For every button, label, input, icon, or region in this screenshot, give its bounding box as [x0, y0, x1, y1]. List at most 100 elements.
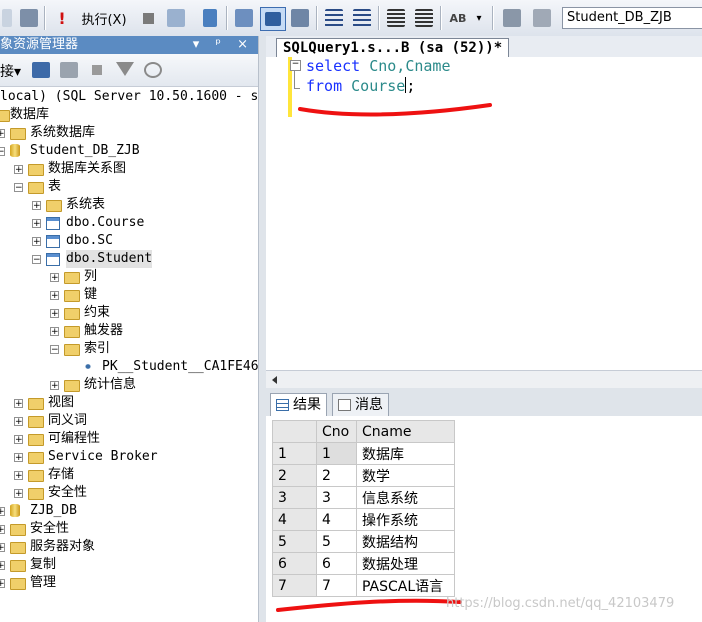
tree-node[interactable]: + 列	[0, 268, 258, 286]
query-plan-icon[interactable]	[198, 7, 222, 29]
tree-node[interactable]: + 服务器对象	[0, 538, 258, 556]
collapse-icon[interactable]: −	[14, 183, 23, 193]
cno-cell[interactable]: 3	[316, 486, 357, 509]
expand-icon[interactable]: +	[32, 201, 41, 211]
expand-icon[interactable]: +	[14, 165, 23, 175]
tab-results[interactable]: 结果	[270, 393, 327, 416]
tab-messages[interactable]: 消息	[332, 393, 389, 417]
query-editor[interactable]: − select Cno,Cname from Course;	[266, 57, 702, 370]
tree-node[interactable]: + 系统数据库	[0, 124, 258, 142]
expand-icon[interactable]: +	[50, 309, 59, 319]
exclamation-icon[interactable]: !	[52, 7, 72, 29]
results-to-grid-icon[interactable]	[260, 7, 286, 31]
expand-icon[interactable]: +	[50, 381, 59, 391]
specify-values-icon[interactable]: AB	[446, 7, 470, 29]
parse-icon[interactable]	[164, 7, 188, 29]
expand-icon[interactable]: +	[50, 273, 59, 283]
tree-node[interactable]: + 存储	[0, 466, 258, 484]
tree-node[interactable]: + 统计信息	[0, 376, 258, 394]
table-row[interactable]: 7 7 PASCAL语言	[272, 574, 455, 597]
debug-icon[interactable]	[18, 7, 40, 29]
tree-node[interactable]: + 复制	[0, 556, 258, 574]
expand-icon[interactable]: +	[0, 561, 5, 571]
tree-node[interactable]: + dbo.SC	[0, 232, 258, 250]
uncomment-icon[interactable]	[350, 7, 374, 29]
tree-node[interactable]: + 可编程性	[0, 430, 258, 448]
column-header-cname[interactable]: Cname	[356, 420, 455, 443]
include-plan-icon[interactable]	[232, 7, 256, 29]
table-row[interactable]: 6 6 数据处理	[272, 552, 455, 575]
increase-indent-icon[interactable]	[412, 7, 436, 29]
expand-icon[interactable]: +	[0, 525, 5, 535]
results-to-file-icon[interactable]	[288, 7, 312, 29]
cname-cell[interactable]: 数学	[356, 464, 455, 487]
tree-node[interactable]: PK__Student__CA1FE46	[0, 358, 258, 376]
row-number-cell[interactable]: 5	[272, 530, 317, 553]
expand-icon[interactable]: +	[0, 543, 5, 553]
cname-cell[interactable]: 数据处理	[356, 552, 455, 575]
tree-node[interactable]: + 同义词	[0, 412, 258, 430]
tree-node[interactable]: − dbo.Student	[0, 250, 258, 268]
table-row[interactable]: 3 3 信息系统	[272, 486, 455, 509]
available-databases-icon[interactable]	[500, 7, 524, 29]
tree-node[interactable]: + dbo.Course	[0, 214, 258, 232]
collapse-icon[interactable]: −	[32, 255, 41, 265]
cno-cell[interactable]: 4	[316, 508, 357, 531]
column-header-cno[interactable]: Cno	[316, 420, 357, 443]
expand-icon[interactable]: +	[50, 327, 59, 337]
expand-icon[interactable]: +	[32, 219, 41, 229]
collapse-icon[interactable]: −	[50, 345, 59, 355]
database-dropdown[interactable]: Student_DB_ZJB	[562, 7, 702, 29]
filter-icon[interactable]	[116, 62, 134, 76]
expand-icon[interactable]: +	[14, 417, 23, 427]
cno-cell[interactable]: 6	[316, 552, 357, 575]
stop-icon[interactable]	[92, 65, 102, 75]
tree-node[interactable]: + 管理	[0, 574, 258, 592]
tree-node[interactable]: + Service Broker	[0, 448, 258, 466]
collapse-icon[interactable]: −	[290, 60, 301, 71]
tree-node[interactable]: + 约束	[0, 304, 258, 322]
cname-cell[interactable]: 信息系统	[356, 486, 455, 509]
stop-icon[interactable]	[138, 7, 158, 29]
expand-icon[interactable]: +	[0, 507, 5, 517]
tree-node[interactable]: + 数据库关系图	[0, 160, 258, 178]
cname-cell[interactable]: PASCAL语言	[356, 574, 455, 597]
row-number-cell[interactable]: 3	[272, 486, 317, 509]
row-number-cell[interactable]: 4	[272, 508, 317, 531]
decrease-indent-icon[interactable]	[384, 7, 408, 29]
row-number-cell[interactable]: 2	[272, 464, 317, 487]
toolbar-overflow-icon[interactable]: ▾	[472, 7, 486, 29]
tree-node[interactable]: local) (SQL Server 10.50.1600 - s	[0, 88, 258, 106]
disconnect-icon[interactable]	[60, 62, 78, 78]
connect-dropdown[interactable]: 接▾	[0, 61, 21, 81]
results-grid[interactable]: Cno Cname 1 1 数据库 2 2 数学 3 3 信息系统 4 4 操作系统 5 5 数据结构 6 6 数…	[272, 420, 455, 597]
connect-icon[interactable]	[32, 62, 50, 78]
collapse-icon[interactable]: −	[0, 147, 5, 157]
execute-button[interactable]: 执行(X)	[74, 7, 134, 29]
cname-cell[interactable]: 操作系统	[356, 508, 455, 531]
expand-icon[interactable]: +	[32, 237, 41, 247]
grid-corner[interactable]	[272, 420, 317, 443]
tree-node[interactable]: − 表	[0, 178, 258, 196]
cno-cell[interactable]: 7	[316, 574, 357, 597]
expand-icon[interactable]: +	[14, 399, 23, 409]
row-number-cell[interactable]: 1	[272, 442, 317, 465]
tree-node[interactable]: + 键	[0, 286, 258, 304]
tree-node[interactable]: − Student_DB_ZJB	[0, 142, 258, 160]
editor-horizontal-scrollbar[interactable]	[266, 370, 702, 389]
comment-icon[interactable]	[322, 7, 346, 29]
tree-node[interactable]: + 安全性	[0, 484, 258, 502]
table-row[interactable]: 5 5 数据结构	[272, 530, 455, 553]
tree-node[interactable]: − 索引	[0, 340, 258, 358]
tree-node[interactable]: + 触发器	[0, 322, 258, 340]
expand-icon[interactable]: +	[14, 453, 23, 463]
row-number-cell[interactable]: 7	[272, 574, 317, 597]
expand-icon[interactable]: +	[0, 129, 5, 139]
expand-icon[interactable]: +	[0, 579, 5, 589]
expand-icon[interactable]: +	[14, 489, 23, 499]
expand-icon[interactable]: +	[50, 291, 59, 301]
panel-window-buttons[interactable]: ▾ ᵖ ×	[193, 36, 254, 54]
tree-node[interactable]: + 安全性	[0, 520, 258, 538]
scroll-left-icon[interactable]	[269, 374, 281, 386]
cno-cell[interactable]: 2	[316, 464, 357, 487]
